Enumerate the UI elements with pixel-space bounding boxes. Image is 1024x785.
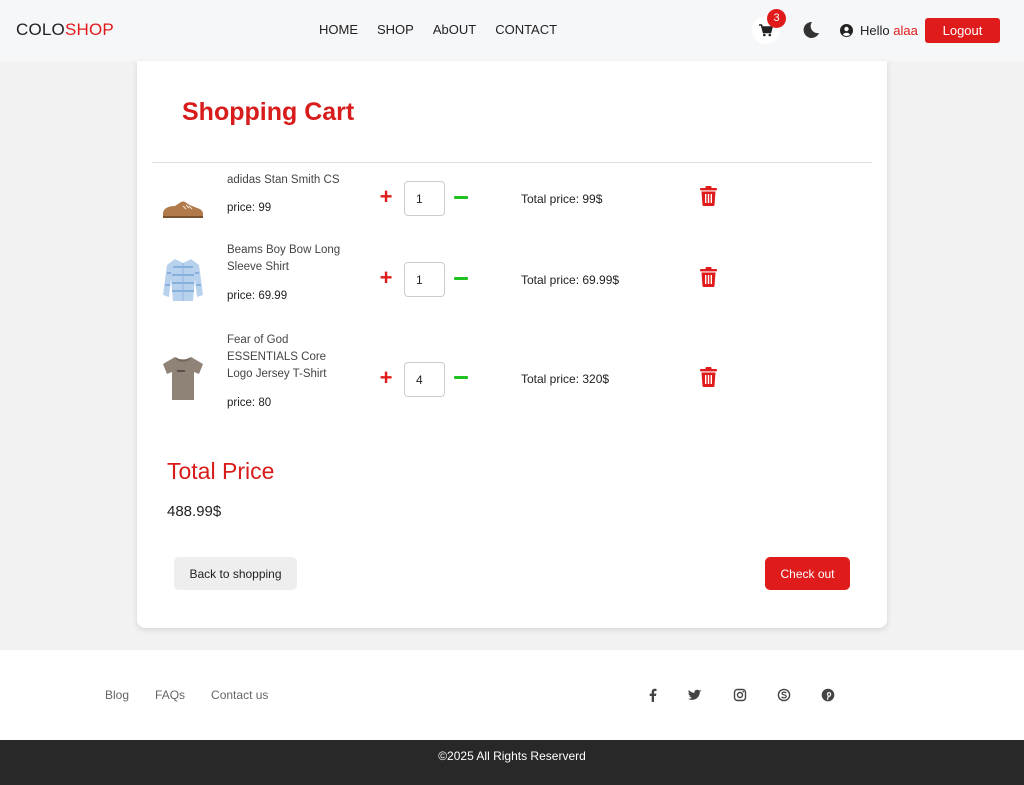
copyright-text: ©2025 All Rights Reserverd xyxy=(438,749,586,763)
product-name: Fear of God ESSENTIALS Core Logo Jersey … xyxy=(227,334,327,380)
decrease-quantity-button[interactable] xyxy=(454,277,468,280)
user-circle-icon xyxy=(840,24,853,37)
cart-card: Shopping Cart adidas Stan Smith CS price… xyxy=(137,61,887,628)
increase-quantity-button[interactable]: + xyxy=(378,186,394,208)
footer-link-blog[interactable]: Blog xyxy=(105,688,129,702)
logo-part-colo: COLO xyxy=(16,20,65,39)
cart-count-badge: 3 xyxy=(767,9,786,28)
logo[interactable]: COLOSHOP xyxy=(16,20,114,40)
checkout-button[interactable]: Check out xyxy=(765,557,850,590)
greeting: Hello alaa xyxy=(860,23,918,38)
product-image xyxy=(163,259,203,301)
pinterest-icon[interactable] xyxy=(821,688,835,702)
increase-quantity-button[interactable]: + xyxy=(378,267,394,289)
page-title: Shopping Cart xyxy=(182,98,355,126)
nav-contact[interactable]: CONTACT xyxy=(495,22,557,37)
increase-quantity-button[interactable]: + xyxy=(378,367,394,389)
trash-icon[interactable] xyxy=(700,367,717,387)
quantity-input[interactable] xyxy=(404,362,445,397)
quantity-input[interactable] xyxy=(404,262,445,297)
skype-icon[interactable] xyxy=(777,688,791,702)
user-name: alaa xyxy=(893,23,918,38)
nav-shop[interactable]: SHOP xyxy=(377,22,414,37)
product-price: price: 69.99 xyxy=(227,290,288,302)
product-image xyxy=(163,201,203,218)
product-price: price: 99 xyxy=(227,202,272,214)
nav-about[interactable]: AbOUT xyxy=(433,22,476,37)
quantity-input[interactable] xyxy=(404,181,445,216)
total-price-value: 488.99$ xyxy=(167,503,222,520)
instagram-icon[interactable] xyxy=(733,688,747,702)
greeting-label: Hello xyxy=(860,23,894,38)
logo-part-shop: SHOP xyxy=(64,20,114,39)
main-nav: HOME SHOP AbOUT CONTACT xyxy=(319,22,576,37)
facebook-icon[interactable] xyxy=(646,688,660,702)
item-total-price: Total price: 99$ xyxy=(521,192,603,206)
total-price-title: Total Price xyxy=(167,458,275,484)
decrease-quantity-button[interactable] xyxy=(454,376,468,379)
product-image xyxy=(163,357,203,400)
decrease-quantity-button[interactable] xyxy=(454,196,468,199)
product-name: Beams Boy Bow Long Sleeve Shirt xyxy=(227,244,341,273)
trash-icon[interactable] xyxy=(700,186,717,206)
divider xyxy=(152,162,872,163)
footer-links: Blog FAQs Contact us xyxy=(105,688,294,702)
logout-button[interactable]: Logout xyxy=(925,18,1000,43)
back-to-shopping-button[interactable]: Back to shopping xyxy=(174,557,297,590)
copyright-bar: ©2025 All Rights Reserverd xyxy=(0,740,1024,785)
footer-link-contact[interactable]: Contact us xyxy=(211,688,268,702)
twitter-icon[interactable] xyxy=(688,688,702,702)
product-price: price: 80 xyxy=(227,397,272,409)
trash-icon[interactable] xyxy=(700,267,717,287)
product-name: adidas Stan Smith CS xyxy=(227,174,340,186)
moon-icon[interactable] xyxy=(802,21,820,39)
item-total-price: Total price: 320$ xyxy=(521,372,610,386)
nav-home[interactable]: HOME xyxy=(319,22,358,37)
footer-link-faqs[interactable]: FAQs xyxy=(155,688,185,702)
footer: Blog FAQs Contact us xyxy=(0,650,1024,740)
top-navbar: COLOSHOP HOME SHOP AbOUT CONTACT 3 Hello… xyxy=(0,0,1024,61)
item-total-price: Total price: 69.99$ xyxy=(521,273,620,287)
